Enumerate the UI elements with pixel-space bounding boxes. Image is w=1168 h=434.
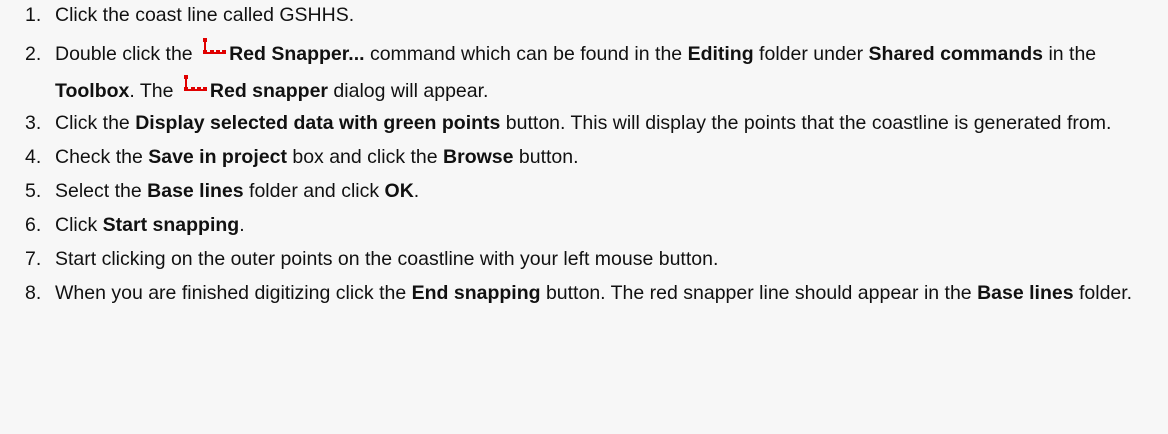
step-number: 2. — [25, 43, 42, 65]
ui-term: Shared commands — [868, 43, 1044, 65]
step-text: folder under — [753, 43, 869, 65]
ui-term: End snapping — [411, 282, 541, 304]
ui-term: Base lines — [977, 282, 1074, 304]
step-text: dialog will appear. — [328, 80, 489, 102]
ui-term: Display selected data with green points — [135, 112, 501, 134]
step-item: 3. Click the Display selected data with g… — [0, 110, 1168, 137]
step-text: folder and click — [243, 180, 385, 202]
step-item: 1. Click the coast line called GSHHS. — [0, 2, 1168, 29]
step-item: 8. When you are finished digitizing click… — [0, 280, 1168, 307]
step-number: 5. — [25, 180, 42, 202]
step-number: 6. — [25, 214, 42, 236]
ui-term: Browse — [443, 146, 514, 168]
step-text: Click the coast line called GSHHS. — [55, 4, 355, 26]
step-text: Start clicking on the outer points on th… — [55, 248, 719, 270]
step-number: 7. — [25, 248, 42, 270]
step-text: . The — [129, 80, 179, 102]
ui-term: Red snapper — [209, 80, 329, 102]
step-text: command which can be found in the — [364, 43, 688, 65]
ui-term: OK — [384, 180, 414, 202]
ui-term: Base lines — [147, 180, 244, 202]
step-text: Click the — [55, 112, 136, 134]
step-number: 1. — [25, 4, 42, 26]
step-item: 2. Double click the Red Snapper... comman… — [0, 36, 1168, 110]
step-text: folder. — [1073, 282, 1133, 304]
steps-list: 1. Click the coast line called GSHHS. 2. Do… — [0, 2, 1168, 314]
step-text: button. This will display the points tha… — [500, 112, 1112, 134]
step-text: Double click the — [55, 43, 199, 65]
step-text: in the — [1043, 43, 1097, 65]
step-text: button. The red snapper line should appe… — [540, 282, 978, 304]
step-item: 4. Check the Save in project box and clic… — [0, 144, 1168, 171]
step-number: 4. — [25, 146, 42, 168]
step-text: Select the — [55, 180, 148, 202]
step-text: When you are finished digitizing click t… — [55, 282, 412, 304]
red-snapper-icon — [203, 38, 227, 54]
step-number: 3. — [25, 112, 42, 134]
step-text: button. — [513, 146, 579, 168]
step-text: . — [413, 180, 420, 202]
instructions-page: 1. Click the coast line called GSHHS. 2. Do… — [0, 0, 1168, 434]
step-item: 6. Click Start snapping. — [0, 212, 1168, 239]
ui-term: Start snapping — [102, 214, 240, 236]
step-text: . — [239, 214, 245, 236]
ui-term: Red Snapper... — [229, 43, 365, 65]
step-text: Check the — [55, 146, 149, 168]
red-snapper-icon — [183, 75, 207, 91]
step-item: 7. Start clicking on the outer points on … — [0, 246, 1168, 273]
step-text: Click — [55, 214, 103, 236]
ui-term: Editing — [687, 43, 754, 65]
ui-term: Save in project — [148, 146, 287, 168]
ui-term: Toolbox — [55, 80, 130, 102]
step-number: 8. — [25, 282, 42, 304]
step-item: 5. Select the Base lines folder and click… — [0, 178, 1168, 205]
step-text: box and click the — [286, 146, 444, 168]
